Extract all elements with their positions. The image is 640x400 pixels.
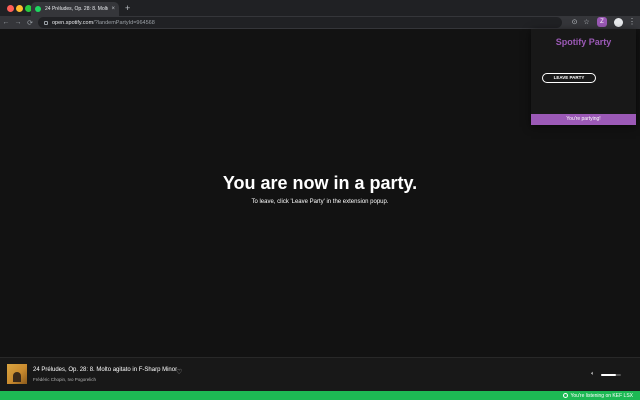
leave-party-button[interactable]: LEAVE PARTY: [542, 73, 596, 83]
browser-toolbar: ← → ⟳ open.spotify.com /?landemPartyId=9…: [0, 16, 640, 29]
connect-device-banner[interactable]: You're listening on KEF LSX: [0, 391, 640, 400]
url-path: /?landemPartyId=964568: [93, 19, 155, 26]
close-window-button[interactable]: [7, 5, 14, 12]
reload-button[interactable]: ⟳: [24, 19, 36, 27]
tab-close-icon[interactable]: ×: [111, 6, 115, 12]
spotify-party-extension-icon[interactable]: Z: [597, 17, 607, 27]
extension-popup: Spotify Party LEAVE PARTY You're partyin…: [531, 29, 636, 125]
party-status-badge: You're partying!: [531, 114, 636, 125]
volume-slider-fill: [601, 374, 616, 376]
track-title[interactable]: 24 Préludes, Op. 28: 8. Molto agitato in…: [33, 367, 177, 373]
spotify-favicon-icon: [35, 6, 41, 12]
listening-on-text: You're listening on KEF LSX: [570, 392, 633, 399]
minimize-window-button[interactable]: [16, 5, 23, 12]
tab-title: 24 Préludes, Op. 28: 8. Molto: [45, 6, 109, 12]
profile-avatar-icon[interactable]: [614, 17, 623, 27]
forward-button[interactable]: →: [12, 19, 24, 26]
browser-menu-icon[interactable]: ⋮: [628, 17, 636, 27]
volume-icon[interactable]: 🔈︎: [591, 370, 595, 378]
party-instructions: To leave, click 'Leave Party' in the ext…: [251, 199, 389, 205]
browser-tab[interactable]: 24 Préludes, Op. 28: 8. Molto ×: [31, 2, 119, 16]
url-host: open.spotify.com: [52, 19, 94, 26]
browser-tabbar: 24 Préludes, Op. 28: 8. Molto × +: [0, 0, 640, 16]
cast-icon[interactable]: ⊙: [570, 18, 579, 27]
heart-icon[interactable]: ♡: [176, 369, 182, 377]
album-art[interactable]: [7, 364, 27, 384]
lock-icon: [44, 20, 48, 25]
new-tab-button[interactable]: +: [125, 3, 130, 13]
speaker-device-icon: [562, 393, 568, 398]
address-bar[interactable]: open.spotify.com /?landemPartyId=964568: [38, 17, 562, 28]
volume-slider[interactable]: [601, 374, 621, 376]
track-artist[interactable]: Frédéric Chopin, Ivo Pogorelich: [33, 377, 96, 382]
now-playing-bar: 24 Préludes, Op. 28: 8. Molto agitato in…: [0, 357, 640, 391]
party-headline: You are now in a party.: [222, 173, 418, 193]
back-button[interactable]: ←: [0, 19, 12, 26]
popup-title: Spotify Party: [555, 37, 612, 47]
star-bookmark-icon[interactable]: ☆: [582, 18, 591, 27]
